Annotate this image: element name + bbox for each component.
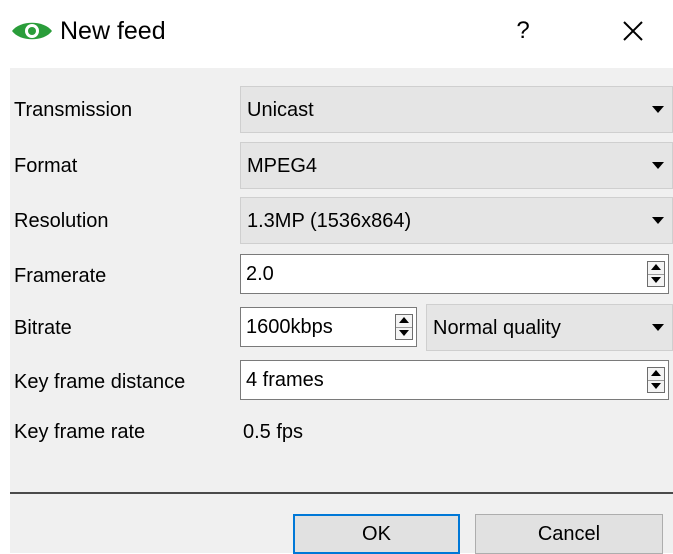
- arrow-up-icon: [399, 317, 409, 323]
- bitrate-spinbox[interactable]: 1600kbps: [240, 307, 417, 347]
- format-label: Format: [14, 155, 78, 177]
- bitrate-label: Bitrate: [14, 317, 72, 339]
- framerate-label: Framerate: [14, 265, 107, 287]
- transmission-value: Unicast: [247, 99, 314, 121]
- framerate-stepper[interactable]: [647, 261, 665, 287]
- spin-down-button[interactable]: [396, 327, 412, 339]
- bitrate-stepper[interactable]: [395, 314, 413, 340]
- resolution-value: 1.3MP (1536x864): [247, 210, 412, 232]
- transmission-dropdown[interactable]: Unicast: [240, 86, 673, 133]
- arrow-up-icon: [651, 264, 661, 270]
- spin-down-button[interactable]: [648, 274, 664, 286]
- arrow-down-icon: [399, 330, 409, 336]
- title-bar: New feed ?: [0, 0, 673, 62]
- button-divider: [10, 492, 673, 494]
- chevron-down-icon: [652, 324, 664, 331]
- resolution-label: Resolution: [14, 210, 109, 232]
- chevron-down-icon: [652, 217, 664, 224]
- key-frame-rate-label: Key frame rate: [14, 421, 146, 443]
- cancel-button[interactable]: Cancel: [475, 514, 663, 554]
- arrow-up-icon: [651, 370, 661, 376]
- bitrate-value: 1600kbps: [246, 316, 333, 338]
- framerate-spinbox[interactable]: 2.0: [240, 254, 669, 294]
- chevron-down-icon: [652, 162, 664, 169]
- eye-icon: [12, 22, 52, 40]
- framerate-value: 2.0: [246, 263, 274, 285]
- arrow-down-icon: [651, 383, 661, 389]
- resolution-dropdown[interactable]: 1.3MP (1536x864): [240, 197, 673, 244]
- close-button[interactable]: [610, 8, 656, 54]
- help-button[interactable]: ?: [500, 8, 546, 54]
- format-value: MPEG4: [247, 155, 318, 177]
- quality-dropdown[interactable]: Normal quality: [426, 304, 673, 351]
- quality-value: Normal quality: [433, 317, 561, 339]
- close-icon: [623, 21, 643, 41]
- spin-down-button[interactable]: [648, 380, 664, 392]
- chevron-down-icon: [652, 106, 664, 113]
- transmission-label: Transmission: [14, 99, 133, 121]
- key-frame-distance-value: 4 frames: [246, 369, 324, 391]
- key-frame-distance-label: Key frame distance: [14, 371, 186, 393]
- arrow-down-icon: [651, 277, 661, 283]
- ok-button[interactable]: OK: [293, 514, 460, 554]
- key-frame-distance-stepper[interactable]: [647, 367, 665, 393]
- key-frame-rate-value: 0.5 fps: [243, 421, 304, 443]
- dialog-body: Transmission Unicast Format MPEG4 Resolu…: [10, 68, 673, 554]
- format-dropdown[interactable]: MPEG4: [240, 142, 673, 189]
- window-title: New feed: [60, 17, 166, 45]
- key-frame-distance-spinbox[interactable]: 4 frames: [240, 360, 669, 400]
